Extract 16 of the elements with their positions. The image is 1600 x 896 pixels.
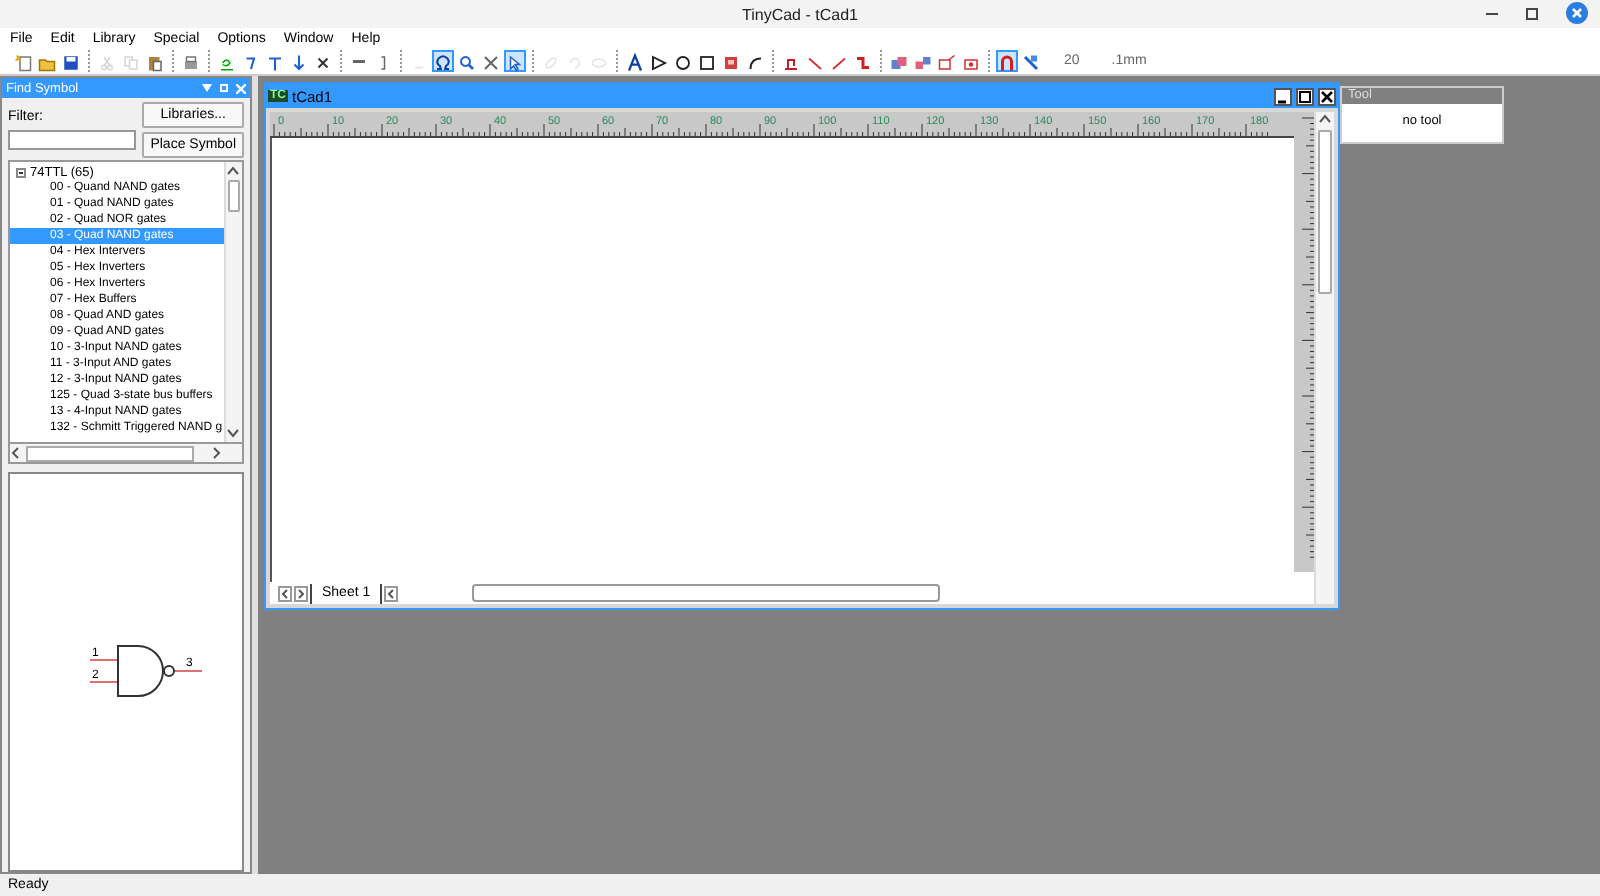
scroll-up-icon[interactable] (226, 166, 240, 176)
scroll-thumb[interactable] (228, 180, 240, 212)
window-title: TinyCad - tCad1 (742, 5, 858, 23)
scroll-thumb[interactable] (26, 445, 194, 461)
scroll-down-icon[interactable] (226, 428, 240, 438)
dropdown-icon[interactable] (202, 83, 212, 91)
minimize-icon[interactable] (1486, 11, 1498, 15)
scroll-right-icon[interactable] (210, 446, 222, 460)
collapse-icon[interactable] (16, 167, 26, 177)
maximize-icon[interactable] (1526, 7, 1538, 19)
scrollbar[interactable] (8, 444, 244, 464)
scrollbar[interactable] (472, 584, 941, 602)
scroll-up-icon[interactable] (1315, 112, 1334, 126)
scroll-thumb[interactable] (1317, 130, 1332, 294)
filter-field[interactable] (8, 130, 137, 150)
scroll-left-icon[interactable] (10, 446, 22, 460)
